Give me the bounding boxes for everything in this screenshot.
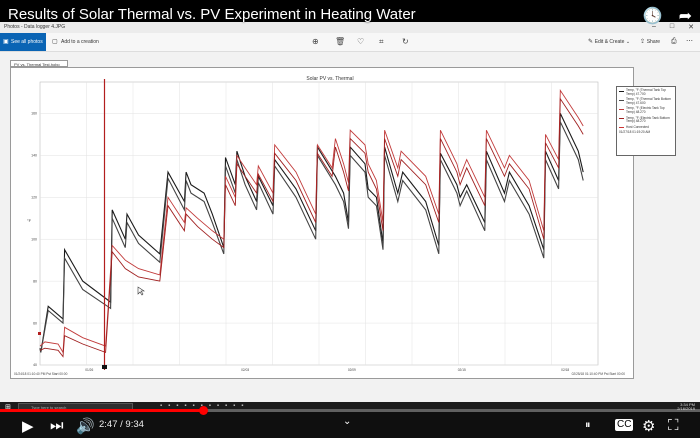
video-title: Results of Solar Thermal vs. PV Experime…: [8, 6, 416, 23]
x-tick-label: 02/09: [348, 368, 356, 372]
video-progress-bar[interactable]: [0, 406, 700, 415]
legend-cursor-time: 01/27/18 01:19:20 AM: [619, 130, 651, 135]
autoplay-toggle-icon[interactable]: ⏸: [585, 419, 591, 432]
y-tick-labels: 40 60 80 100 120 140 160: [31, 112, 37, 368]
legend-swatch: [619, 108, 624, 110]
legend-swatch: [619, 99, 624, 101]
time-total: 9:34: [125, 419, 144, 430]
video-progress-fill: [0, 409, 203, 412]
series-line-2: [39, 121, 584, 353]
video-controls: ▶ ⏭ 🔊 2:47 / 9:34 ⌄ ⏸ CC ⚙ ⛶: [0, 414, 700, 436]
legend-item: Temp, °F (Thermal Tank Bottom Temp) 47.6…: [619, 97, 673, 105]
y-tick-label: 160: [31, 112, 37, 116]
y-tick-label: 40: [33, 363, 37, 367]
series-start-marker: [38, 332, 41, 335]
volume-icon[interactable]: 🔊: [76, 417, 95, 435]
captions-icon[interactable]: CC: [615, 419, 634, 431]
legend-item: Host Connected: [619, 124, 673, 130]
video-top-controls: 🕓 ➦: [643, 6, 692, 26]
legend-label: Temp, °F (Electric Tank Bottom Temp) 48.…: [626, 115, 670, 124]
x-tick-label: 01/26: [85, 368, 93, 372]
legend-item: Temp, °F (Electric Tank Top Temp) 48.270: [619, 107, 673, 114]
chevron-down-icon[interactable]: ⌄: [343, 416, 351, 427]
time-display: 2:47 / 9:34: [99, 419, 144, 430]
series-line-1: [39, 113, 584, 353]
legend-label: Host Connected: [626, 124, 649, 129]
y-tick-label: 140: [31, 154, 37, 158]
chart-legend: Temp, °F (Thermal Tank Top Temp) 47.700 T…: [616, 86, 676, 156]
legend-label: Temp, °F (Electric Tank Top Temp) 48.270: [626, 106, 665, 114]
share-arrow-icon[interactable]: ➦: [679, 6, 692, 26]
legend-swatch: [619, 90, 624, 92]
legend-label: Temp, °F (Thermal Tank Bottom Temp) 47.6…: [626, 97, 671, 105]
time-current: 2:47: [99, 419, 118, 430]
fullscreen-icon[interactable]: ⛶: [668, 417, 679, 434]
y-tick-label: 100: [31, 237, 37, 241]
y-tick-label: 80: [33, 279, 37, 283]
series-line-4: [39, 97, 584, 358]
mouse-cursor-icon: [137, 286, 145, 296]
legend-swatch: [619, 127, 624, 129]
play-icon[interactable]: ▶: [22, 417, 34, 435]
y-tick-label: 60: [33, 321, 37, 325]
legend-swatch: [619, 118, 624, 120]
settings-gear-icon[interactable]: ⚙: [642, 417, 655, 435]
time-cursor-handle[interactable]: [102, 365, 107, 369]
watch-later-icon[interactable]: 🕓: [643, 6, 663, 26]
x-axis-start-label: 01/24/18 01:10:40 PM Pst Start 00:00: [14, 372, 68, 376]
x-axis-end-label: 02/25/18 01:10:40 PM Pst Start 00:00: [572, 372, 626, 376]
next-icon[interactable]: ⏭: [50, 417, 64, 434]
chart-title: Solar PV vs. Thermal: [306, 76, 353, 82]
legend-item: Temp, °F (Electric Tank Bottom Temp) 48.…: [619, 115, 673, 124]
x-tick-label: 02/18: [561, 368, 569, 372]
x-tick-label: 02/03: [241, 368, 249, 372]
legend-item: Temp, °F (Thermal Tank Top Temp) 47.700: [619, 88, 673, 96]
x-tick-labels: 01/26 02/03 02/09 02/15 02/18: [85, 368, 569, 372]
chart-grid: [39, 81, 599, 366]
chart-svg: Solar PV vs. Thermal °F 40 60 80 100 120 140 1…: [14, 76, 626, 376]
y-tick-label: 120: [31, 195, 37, 199]
x-tick-label: 02/15: [458, 368, 466, 372]
y-axis-label: °F: [27, 218, 32, 223]
chart-series: [38, 88, 584, 358]
legend-label: Temp, °F (Thermal Tank Top Temp) 47.700: [626, 88, 666, 96]
